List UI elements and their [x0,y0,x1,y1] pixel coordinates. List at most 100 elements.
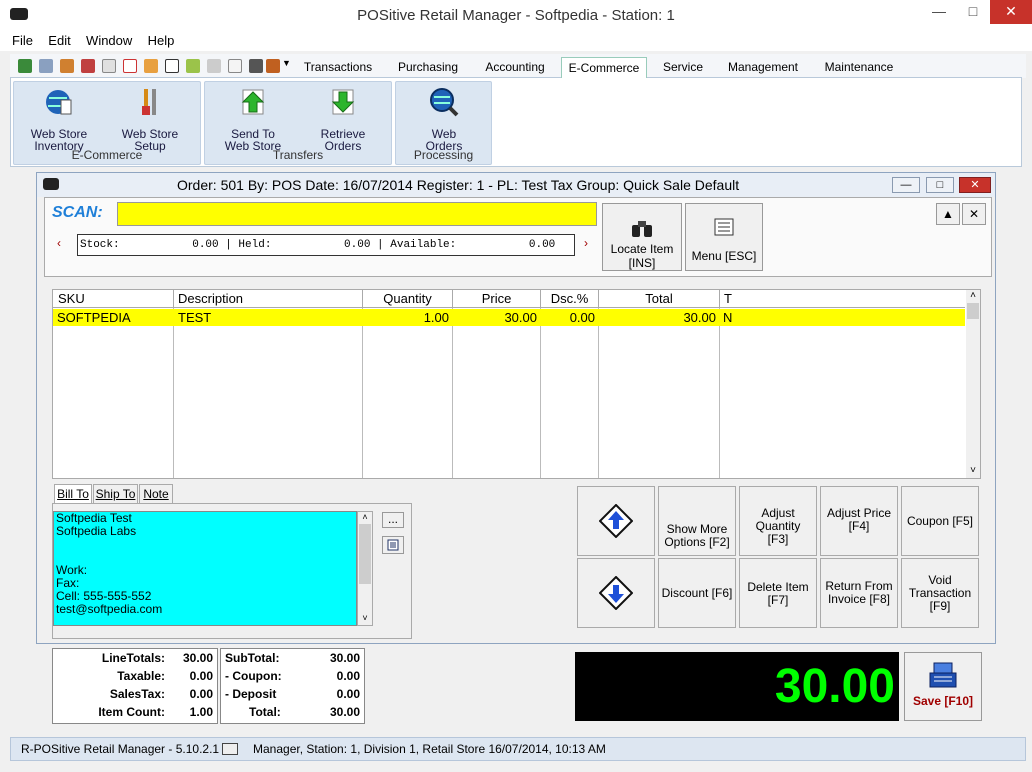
retrieve-orders-button[interactable]: Retrieve Orders [303,86,383,152]
sales-tax-label: SalesTax: [109,687,165,701]
menu-file[interactable]: File [12,33,33,48]
order-minimize-button[interactable]: — [892,177,920,193]
tab-transactions[interactable]: Transactions [296,57,380,78]
card-icon[interactable] [207,59,221,73]
discount-button[interactable]: Discount [F6] [658,558,736,628]
scroll-thumb[interactable] [967,303,979,319]
web-orders-button[interactable]: Web Orders [404,86,484,152]
status-bar: R-POSitive Retail Manager - 5.10.2.1 Man… [10,737,1026,761]
scroll-down-icon[interactable]: ˅ [966,465,980,476]
table-row-quantity[interactable]: 1.00 [363,309,453,326]
ribbon: Web Store Inventory Web Store Setup E-Co… [10,77,1022,167]
table-row-sku[interactable]: SOFTPEDIA [53,309,174,326]
menu-button[interactable]: Menu [ESC] [685,203,763,271]
show-more-options-button[interactable]: Show More Options [F2] [658,486,736,556]
tab-purchasing[interactable]: Purchasing [389,57,467,78]
col-quantity[interactable]: Quantity [363,290,453,308]
col-price[interactable]: Price [453,290,541,308]
address-scrollbar[interactable]: ˄ ˅ [357,511,373,626]
web-store-setup-button[interactable]: Web Store Setup [110,86,190,152]
taxable-value: 0.00 [189,669,213,683]
document-icon[interactable] [102,59,116,73]
send-to-web-store-button[interactable]: Send To Web Store [213,86,293,152]
order-restore-button[interactable]: □ [926,177,954,193]
up-arrow-icon [241,89,265,115]
globe-icon [46,90,72,115]
collapse-button[interactable]: ▲ [936,203,960,225]
toolbar-dropdown-icon[interactable]: ▼ [282,58,291,68]
tab-maintenance[interactable]: Maintenance [815,57,903,78]
group-transfers: Send To Web Store Retrieve Orders Transf… [204,81,392,165]
up-arrow-diamond-icon [599,504,633,538]
coupon-button[interactable]: Coupon [F5] [901,486,979,556]
adjust-quantity-button[interactable]: Adjust Quantity [F3] [739,486,817,556]
menu-window[interactable]: Window [86,33,132,48]
tag-icon[interactable] [39,59,53,73]
calculator-icon[interactable] [144,59,158,73]
bill-to-address[interactable]: Softpedia Test Softpedia Labs Work: Fax:… [53,511,357,626]
col-discount[interactable]: Dsc.% [541,290,599,308]
group-icon[interactable] [60,59,74,73]
calendar-icon[interactable] [123,59,137,73]
scan-input[interactable] [117,202,597,226]
address-scroll-up-icon[interactable]: ˄ [358,512,372,522]
total-label: Total: [249,705,281,719]
stock-prev-icon[interactable]: ‹ [57,236,61,250]
order-close-button[interactable]: ✕ [959,177,991,193]
scroll-up-icon[interactable]: ˄ [966,290,980,301]
close-panel-button[interactable]: ✕ [962,203,986,225]
delete-item-button[interactable]: Delete Item [F7] [739,558,817,628]
order-window-icon [43,178,59,190]
col-total[interactable]: Total [599,290,720,308]
tab-bill-to[interactable]: Bill To [54,484,92,503]
stock-info: Stock: 0.00 | Held: 0.00 | Available: 0.… [77,234,575,256]
folder-icon[interactable] [228,59,242,73]
sales-tax-value: 0.00 [189,687,213,701]
table-row-price[interactable]: 30.00 [453,309,541,326]
tab-accounting[interactable]: Accounting [476,57,554,78]
col-description[interactable]: Description [174,290,363,308]
tab-management[interactable]: Management [720,57,806,78]
minimize-button[interactable]: — [922,0,956,24]
close-button[interactable]: ✕ [990,0,1032,24]
tab-service[interactable]: Service [655,57,711,78]
web-store-inventory-button[interactable]: Web Store Inventory [19,86,99,152]
item-count-label: Item Count: [98,705,165,719]
window-title: POSitive Retail Manager - Softpedia - St… [357,7,675,24]
table-row-total[interactable]: 30.00 [599,309,720,326]
void-transaction-button[interactable]: Void Transaction [F9] [901,558,979,628]
table-row-discount[interactable]: 0.00 [541,309,599,326]
line-totals-label: LineTotals: [101,651,165,665]
table-row-t[interactable]: N [720,309,965,326]
lock-icon[interactable] [266,59,280,73]
move-up-button[interactable] [577,486,655,556]
address-more-button[interactable]: ... [382,512,404,528]
maximize-button[interactable]: □ [956,0,990,24]
total-value: 30.00 [329,705,360,719]
tab-note[interactable]: Note [139,484,173,503]
move-down-button[interactable] [577,558,655,628]
notes-icon[interactable] [186,59,200,73]
calendar-30-icon[interactable] [165,59,179,73]
subtotal-label: SubTotal: [225,651,280,665]
stock-next-icon[interactable]: › [584,236,588,250]
address-scroll-down-icon[interactable]: ˅ [358,613,372,623]
table-row-description[interactable]: TEST [174,309,363,326]
save-button[interactable]: Save [F10] [904,652,982,721]
grid-scrollbar[interactable]: ˄ ˅ [966,290,980,478]
menu-help[interactable]: Help [148,33,175,48]
total-display: 30.00 [575,652,899,721]
customer-icon[interactable] [18,59,32,73]
address-notes-button[interactable] [382,536,404,554]
printer-icon[interactable] [249,59,263,73]
keyboard-icon[interactable] [222,743,238,755]
adjust-price-button[interactable]: Adjust Price [F4] [820,486,898,556]
user-icon[interactable] [81,59,95,73]
locate-item-button[interactable]: Locate Item [INS] [602,203,682,271]
col-sku[interactable]: SKU [53,290,174,308]
return-from-invoice-button[interactable]: Return From Invoice [F8] [820,558,898,628]
tab-e-commerce[interactable]: E-Commerce [561,57,647,78]
menu-edit[interactable]: Edit [48,33,70,48]
col-t[interactable]: T [720,290,965,308]
tab-ship-to[interactable]: Ship To [93,484,138,503]
